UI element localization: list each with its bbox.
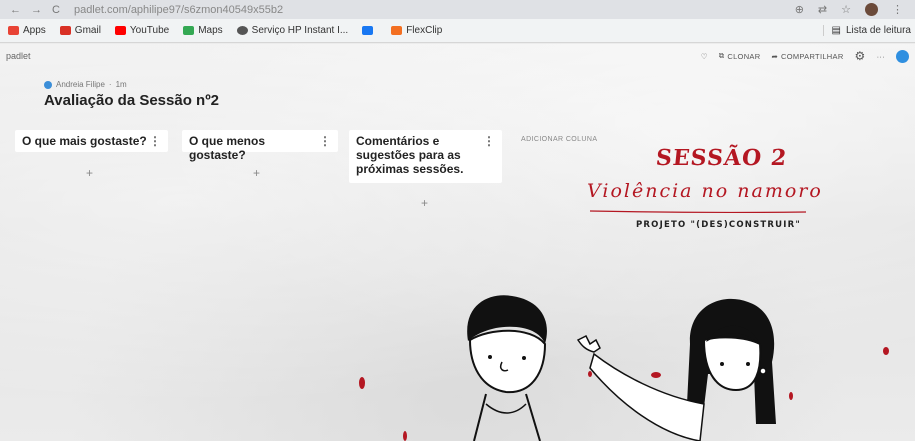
author-line: Andreia Filipe · 1m (44, 80, 127, 89)
column-menu-icon[interactable]: ⋮ (483, 134, 495, 148)
bookmark-flexclip[interactable]: FlexClip (391, 25, 442, 36)
bookmark-hp-instant[interactable]: Serviço HP Instant I... (236, 25, 348, 36)
column-title: O que menos gostaste? (189, 134, 266, 162)
petal (359, 377, 365, 389)
petal (403, 431, 407, 441)
flexclip-icon (391, 26, 403, 35)
poster-subtitle: Violência no namoro (587, 180, 823, 202)
bookmark-facebook[interactable] (362, 26, 377, 35)
petal (789, 392, 793, 400)
column-menu-icon[interactable]: ⋮ (149, 134, 161, 148)
bookmark-youtube[interactable]: YouTube (114, 25, 169, 36)
add-column-button[interactable]: ADICIONAR COLUNA (521, 136, 597, 143)
globe-icon (236, 26, 248, 35)
clone-button[interactable]: ⧉ CLONAR (719, 51, 761, 61)
share-icon[interactable]: ⇄ (818, 3, 827, 16)
reading-list-icon: ▤ (831, 25, 841, 36)
profile-avatar-icon[interactable] (865, 3, 878, 16)
session-heading: SESSÃO 2 (654, 145, 789, 171)
add-post-button[interactable]: + (421, 196, 428, 210)
facebook-icon (362, 26, 374, 35)
bookmark-maps[interactable]: Maps (183, 25, 223, 36)
user-avatar-icon[interactable] (896, 49, 909, 63)
bookmarks-bar: Apps Gmail YouTube Maps Serviço HP Insta… (0, 19, 915, 43)
maps-pin-icon (183, 26, 195, 35)
column-header-1[interactable]: O que mais gostaste? ⋮ (15, 130, 168, 152)
bookmark-gmail[interactable]: Gmail (59, 25, 101, 36)
poster-project: PROJETO "(DES)CONSTRUIR" (636, 220, 802, 230)
padlet-header: padlet ♡ ⧉ CLONAR ➦ COMPARTILHAR ⚙ ··· (0, 44, 915, 68)
author-avatar-icon (44, 80, 52, 89)
menu-icon[interactable]: ⋮ (892, 3, 903, 16)
separator-dot: · (108, 80, 112, 89)
browser-nav: ← → C (10, 4, 60, 16)
boy-figure (467, 295, 547, 441)
more-icon[interactable]: ··· (877, 52, 885, 61)
padlet-logo[interactable]: padlet (6, 51, 31, 61)
back-icon[interactable]: ← (10, 4, 21, 16)
padlet-actions: ♡ ⧉ CLONAR ➦ COMPARTILHAR ⚙ ··· (701, 49, 909, 63)
gear-icon[interactable]: ⚙ (855, 49, 866, 63)
gmail-icon (59, 26, 71, 35)
forward-icon[interactable]: → (31, 4, 42, 16)
girl-figure (576, 298, 776, 441)
browser-toolbar-right: ⊕ ⇄ ☆ ⋮ (795, 3, 903, 16)
apps-grid-icon (8, 26, 19, 35)
column-menu-icon[interactable]: ⋮ (319, 134, 331, 148)
share-arrow-icon: ➦ (771, 51, 779, 61)
petal (883, 347, 889, 355)
extension-icon[interactable]: ⊕ (795, 3, 804, 16)
browser-address-bar: ← → C padlet.com/aphilipe97/s6zmon40549x… (0, 0, 915, 19)
reading-list[interactable]: ▤ Lista de leitura (822, 25, 911, 36)
column-header-3[interactable]: Comentários e sugestões para as próximas… (349, 130, 502, 183)
author-name: Andreia Filipe (56, 80, 105, 89)
youtube-icon (114, 26, 126, 35)
bookmark-apps[interactable]: Apps (8, 25, 46, 36)
clone-icon: ⧉ (718, 51, 725, 60)
swash-line (589, 210, 807, 214)
petal (651, 372, 661, 378)
column-header-2[interactable]: O que menos gostaste? ⋮ (182, 130, 338, 162)
reload-icon[interactable]: C (52, 4, 60, 16)
add-post-button[interactable]: + (86, 166, 93, 180)
column-title: Comentários e sugestões para as próximas… (356, 134, 464, 176)
add-post-button[interactable]: + (253, 166, 260, 180)
post-time: 1m (115, 80, 127, 89)
heart-icon[interactable]: ♡ (701, 52, 708, 61)
url-text[interactable]: padlet.com/aphilipe97/s6zmon40549x55b2 (74, 4, 283, 16)
column-title: O que mais gostaste? (22, 134, 147, 148)
page-title: Avaliação da Sessão nº2 (44, 92, 220, 109)
share-button[interactable]: ➦ COMPARTILHAR (771, 52, 843, 61)
petal (588, 371, 592, 377)
star-icon[interactable]: ☆ (841, 3, 851, 16)
